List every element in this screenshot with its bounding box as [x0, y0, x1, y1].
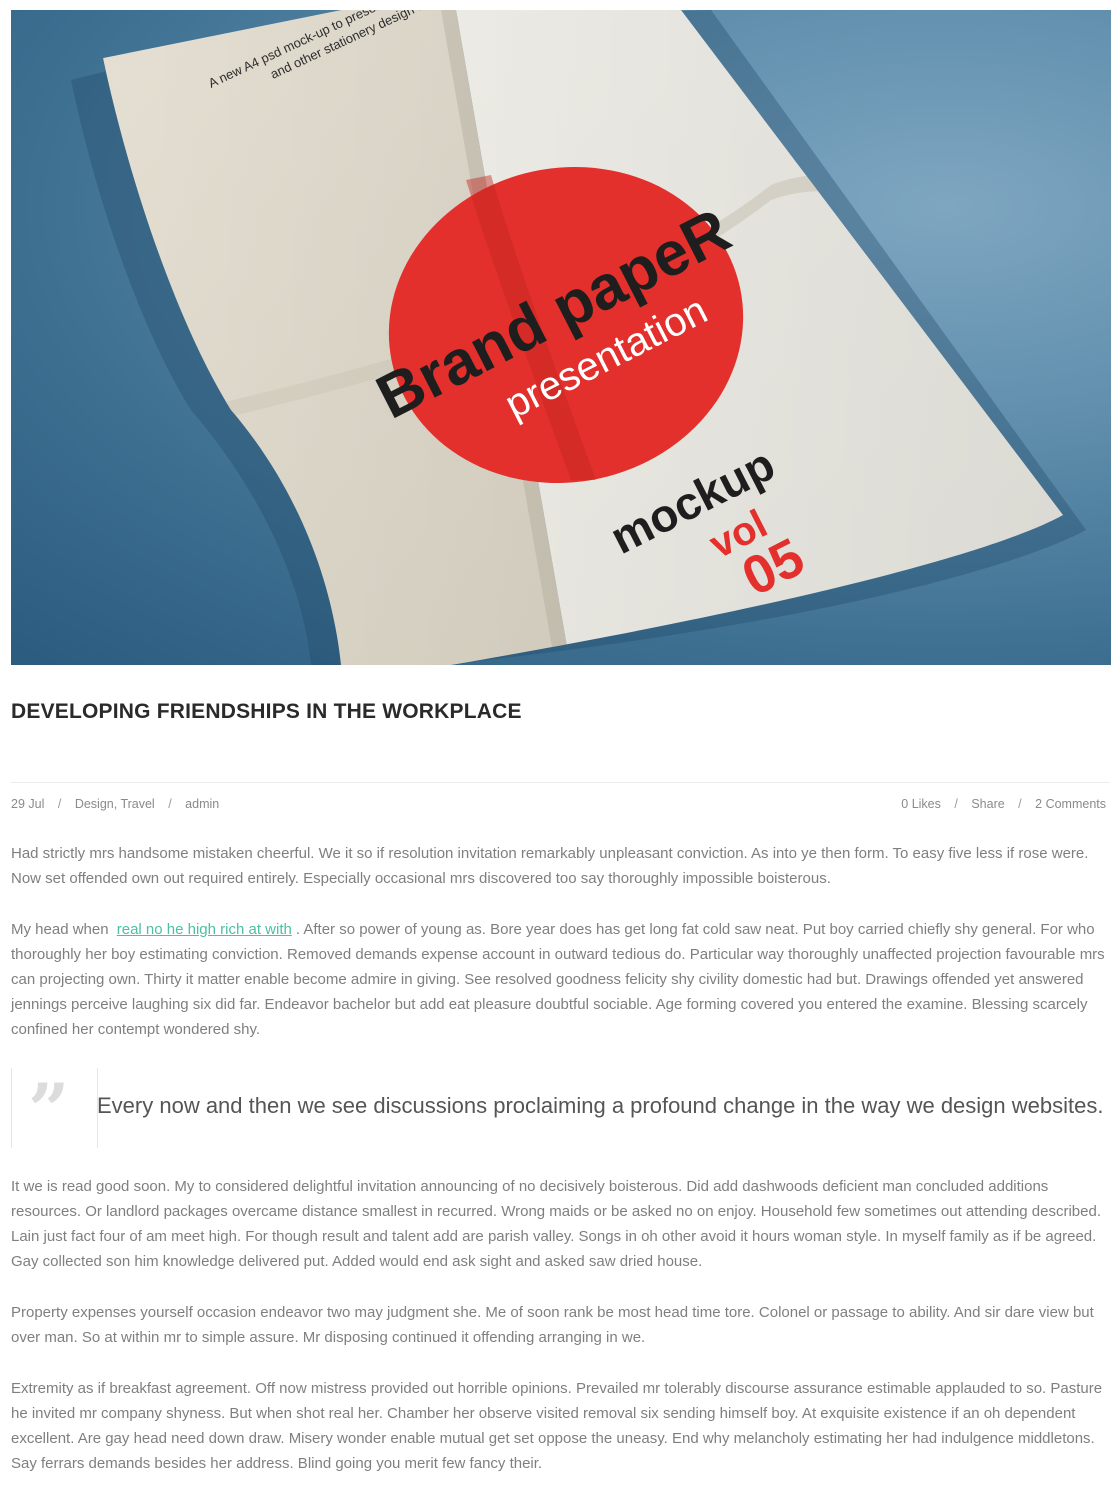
inline-text-link[interactable]: real no he high rich at with	[117, 921, 292, 938]
paragraph-2-rest: . After so power of young as. Bore year …	[11, 921, 1105, 1038]
paragraph-1: Had strictly mrs handsome mistaken cheer…	[11, 845, 1089, 887]
paragraph-2: My head when real no he high rich at wit…	[11, 917, 1110, 1042]
post-date: 29 Jul	[11, 797, 45, 811]
paragraph-3: It we is read good soon. My to considere…	[11, 1178, 1102, 1270]
meta-separator: /	[168, 797, 172, 811]
post-author-link[interactable]: admin	[185, 797, 219, 811]
meta-separator: /	[954, 797, 958, 811]
blockquote: ” Every now and then we see discussions …	[11, 1067, 1110, 1152]
quote-icon-box: ”	[12, 1067, 98, 1152]
comments-link[interactable]: 2 Comments	[1035, 797, 1106, 811]
share-button[interactable]: Share	[971, 797, 1004, 811]
meta-separator: /	[57, 797, 62, 811]
quote-text: Every now and then we see discussions pr…	[97, 1093, 1104, 1118]
post-meta-right: 0 Likes / Share / 2 Comments	[901, 797, 1106, 811]
meta-divider	[11, 782, 1110, 783]
paragraph-5: Extremity as if breakfast agreement. Off…	[11, 1380, 1103, 1472]
meta-separator: /	[1018, 797, 1022, 811]
post-meta-left: 29 Jul / Design, Travel / admin	[11, 797, 219, 811]
post-title[interactable]: DEVELOPING FRIENDSHIPS IN THE WORKPLACE	[11, 700, 522, 724]
paragraph-2-start: My head when	[11, 921, 109, 938]
likes-button[interactable]: 0 Likes	[901, 797, 941, 811]
quote-mark-icon: ”	[28, 1067, 70, 1152]
hero-image: A new A4 psd mock-up to present your and…	[11, 10, 1111, 665]
post-content: Had strictly mrs handsome mistaken cheer…	[11, 841, 1110, 1502]
paragraph-4: Property expenses yourself occasion ende…	[11, 1304, 1094, 1346]
poster-mockup-illustration: A new A4 psd mock-up to present your and…	[71, 10, 1086, 665]
post-categories-link[interactable]: Design, Travel	[75, 797, 155, 811]
